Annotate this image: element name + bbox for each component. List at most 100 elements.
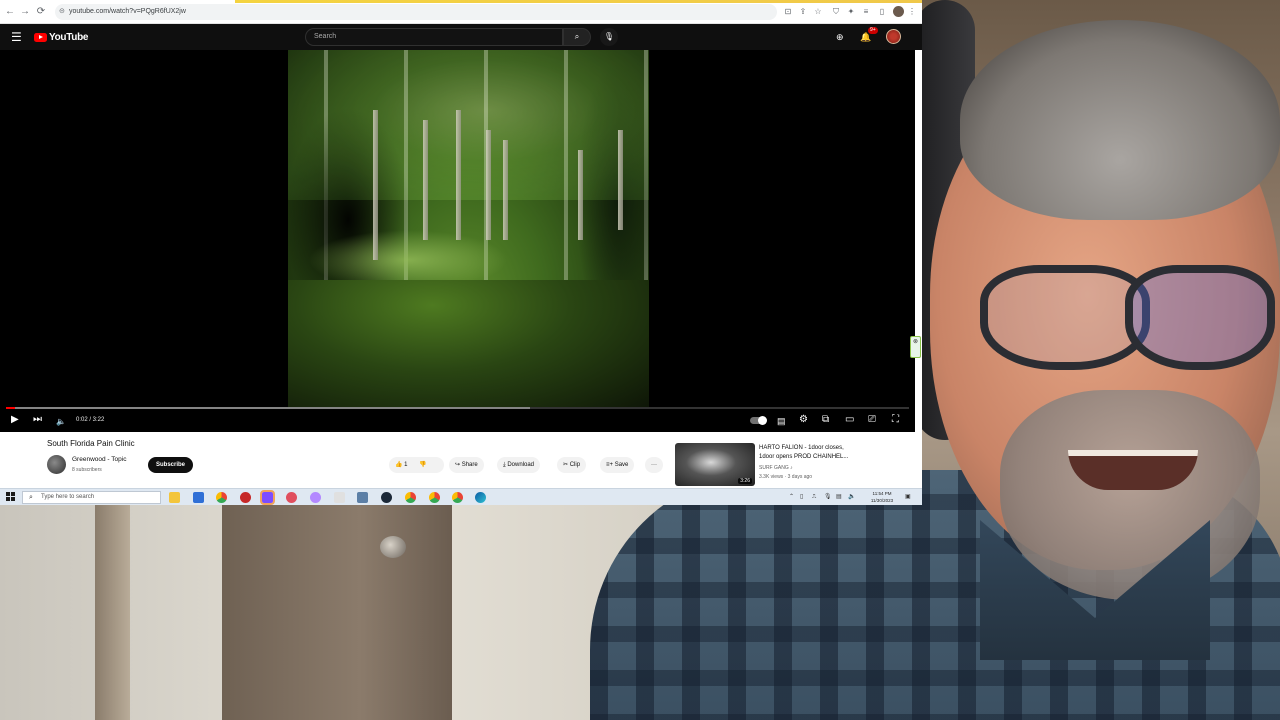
- tray-overflow-chevron-icon[interactable]: ⌃: [789, 491, 794, 504]
- chrome-profile-icon[interactable]: [429, 492, 440, 503]
- extensions-puzzle-icon[interactable]: ✦: [845, 5, 857, 18]
- subscribe-button[interactable]: Subscribe: [148, 457, 193, 473]
- recommended-title-line: HARTO FALION - 1door closes,: [759, 445, 844, 451]
- create-video-icon[interactable]: ⊕: [836, 30, 844, 44]
- webcam-door-frame: [95, 505, 130, 720]
- theater-mode-icon[interactable]: ▭: [845, 414, 854, 426]
- tree-trunk: [486, 130, 491, 240]
- tray-network-icon[interactable]: ▤: [836, 491, 842, 504]
- like-count[interactable]: 1: [404, 462, 407, 468]
- taskbar-search-input[interactable]: ⌕ Type here to search: [22, 491, 161, 504]
- file-explorer-icon[interactable]: [169, 492, 180, 503]
- windows-start-icon[interactable]: [6, 492, 16, 502]
- youtube-logo-text: YouTube: [49, 31, 89, 43]
- browser-toolbar: ← → ⟳ ⊝ youtube.com/watch?v=PQgR6fUX2jw …: [0, 0, 922, 24]
- app-pink-icon[interactable]: [286, 492, 297, 503]
- address-bar-url: youtube.com/watch?v=PQgR6fUX2jw: [69, 8, 186, 15]
- channel-name[interactable]: Greenwood - Topic: [72, 456, 126, 463]
- side-panel-handle-icon[interactable]: ⊗: [910, 336, 921, 358]
- app-calculator-icon[interactable]: [357, 492, 368, 503]
- stream-frame: ← → ⟳ ⊝ youtube.com/watch?v=PQgR6fUX2jw …: [0, 0, 1280, 720]
- store-app-icon[interactable]: [193, 492, 204, 503]
- back-arrow-icon[interactable]: ←: [3, 5, 17, 19]
- play-icon[interactable]: ▶: [11, 414, 19, 426]
- search-button[interactable]: ⌕: [563, 28, 591, 46]
- tray-volume-icon[interactable]: 🔈: [848, 491, 855, 504]
- reload-icon[interactable]: ⟳: [34, 5, 48, 19]
- download-button[interactable]: ⤓ Download: [497, 457, 541, 473]
- search-input[interactable]: Search: [305, 28, 563, 46]
- voice-search-mic-icon[interactable]: 🎙: [600, 28, 618, 46]
- webcam-door: [222, 505, 452, 720]
- webcam-person-smile: [1068, 450, 1198, 490]
- steam-icon[interactable]: [381, 492, 392, 503]
- edge-icon[interactable]: [475, 492, 486, 503]
- captions-icon[interactable]: ▤: [777, 415, 786, 427]
- notification-center-icon[interactable]: ▣: [905, 491, 911, 504]
- chrome-profile-icon[interactable]: [405, 492, 416, 503]
- profile-avatar-icon[interactable]: [893, 6, 904, 17]
- side-panel-icon[interactable]: ▯: [876, 5, 888, 18]
- tray-usb-icon[interactable]: ⎍: [812, 491, 816, 504]
- fullscreen-icon[interactable]: ⛶: [892, 414, 899, 426]
- download-label: Download: [507, 462, 535, 468]
- download-icon: ⤓: [503, 462, 506, 468]
- reading-list-icon[interactable]: ≡: [860, 5, 872, 18]
- video-forest-frame: [288, 50, 649, 407]
- thumbs-down-icon[interactable]: 👎: [419, 462, 426, 468]
- progress-buffered: [6, 407, 530, 409]
- taskbar-time: 11:54 PM: [872, 491, 892, 496]
- next-video-icon[interactable]: ⏭: [33, 414, 42, 426]
- tree-trunk: [503, 140, 508, 240]
- save-button[interactable]: ≡+ Save: [600, 457, 635, 473]
- install-app-icon[interactable]: ⊡: [782, 5, 794, 18]
- chrome-icon[interactable]: [216, 492, 227, 503]
- app-paint-icon[interactable]: [334, 492, 345, 503]
- subscriber-count: 8 subscribers: [72, 467, 102, 473]
- page-loading-bar: [235, 0, 922, 3]
- tray-phone-icon[interactable]: ▯: [800, 491, 803, 504]
- channel-avatar[interactable]: [47, 455, 66, 474]
- bookmark-star-icon[interactable]: ☆: [812, 5, 824, 18]
- site-info-icon[interactable]: ⊝: [59, 4, 65, 20]
- thumbs-up-icon[interactable]: 👍: [395, 462, 402, 468]
- progress-bar[interactable]: [6, 407, 909, 409]
- tray-mic-icon[interactable]: 🎙: [824, 491, 832, 504]
- webcam-person-hair: [960, 20, 1280, 220]
- miniplayer-icon[interactable]: ⧉: [822, 414, 829, 426]
- like-dislike-pill: 👍 1 👎: [389, 457, 444, 473]
- obs-app-icon[interactable]: [260, 490, 275, 505]
- taskbar-clock[interactable]: 11:54 PM 11/30/2023: [862, 490, 902, 504]
- tree-trunk: [578, 150, 583, 240]
- extension-shield-icon[interactable]: ⛉: [830, 5, 842, 18]
- address-bar[interactable]: ⊝ youtube.com/watch?v=PQgR6fUX2jw: [55, 4, 777, 20]
- windows-taskbar: ⌕ Type here to search ⌃ ▯ ⎍ 🎙 ▤ 🔈 11:54 …: [0, 488, 922, 505]
- share-label: Share: [461, 462, 478, 468]
- guide-menu-icon[interactable]: ☰: [11, 30, 22, 44]
- more-actions-button[interactable]: ···: [645, 457, 663, 473]
- youtube-logo[interactable]: YouTube: [34, 30, 89, 44]
- tree-trunk: [456, 110, 461, 240]
- recommended-title-line: 1door opens PROD CHAINHEL...: [759, 454, 849, 460]
- recommended-channel[interactable]: SURF GANG ♪: [759, 465, 793, 471]
- cast-icon[interactable]: ⎚: [868, 414, 876, 426]
- volume-icon[interactable]: 🔈: [56, 416, 66, 428]
- video-title: South Florida Pain Clinic: [47, 439, 135, 448]
- account-avatar[interactable]: [886, 29, 901, 44]
- clip-button[interactable]: ✂ Clip: [557, 457, 587, 473]
- settings-gear-icon[interactable]: ⚙: [799, 414, 808, 426]
- autoplay-toggle[interactable]: [750, 416, 767, 425]
- save-playlist-icon: ≡+: [606, 462, 614, 468]
- share-page-icon[interactable]: ⇪: [797, 5, 809, 18]
- recommended-video-thumbnail[interactable]: 3:26: [675, 443, 755, 486]
- video-player[interactable]: ▶ ⏭ 🔈 0:02 / 3:22 ▤ ⚙ ⧉ ▭ ⎚ ⛶: [0, 50, 915, 432]
- app-lavender-icon[interactable]: [310, 492, 321, 503]
- forest-undergrowth: [288, 280, 649, 407]
- webcam-person-glasses: [925, 255, 1280, 375]
- app-red-circle-icon[interactable]: [240, 492, 251, 503]
- browser-menu-icon[interactable]: ⋮: [906, 5, 918, 18]
- forward-arrow-icon[interactable]: →: [18, 5, 32, 19]
- chrome-profile-icon[interactable]: [452, 492, 463, 503]
- share-button[interactable]: ↪ Share: [449, 457, 484, 473]
- recommended-video-title[interactable]: HARTO FALION - 1door closes, 1door opens…: [759, 444, 879, 462]
